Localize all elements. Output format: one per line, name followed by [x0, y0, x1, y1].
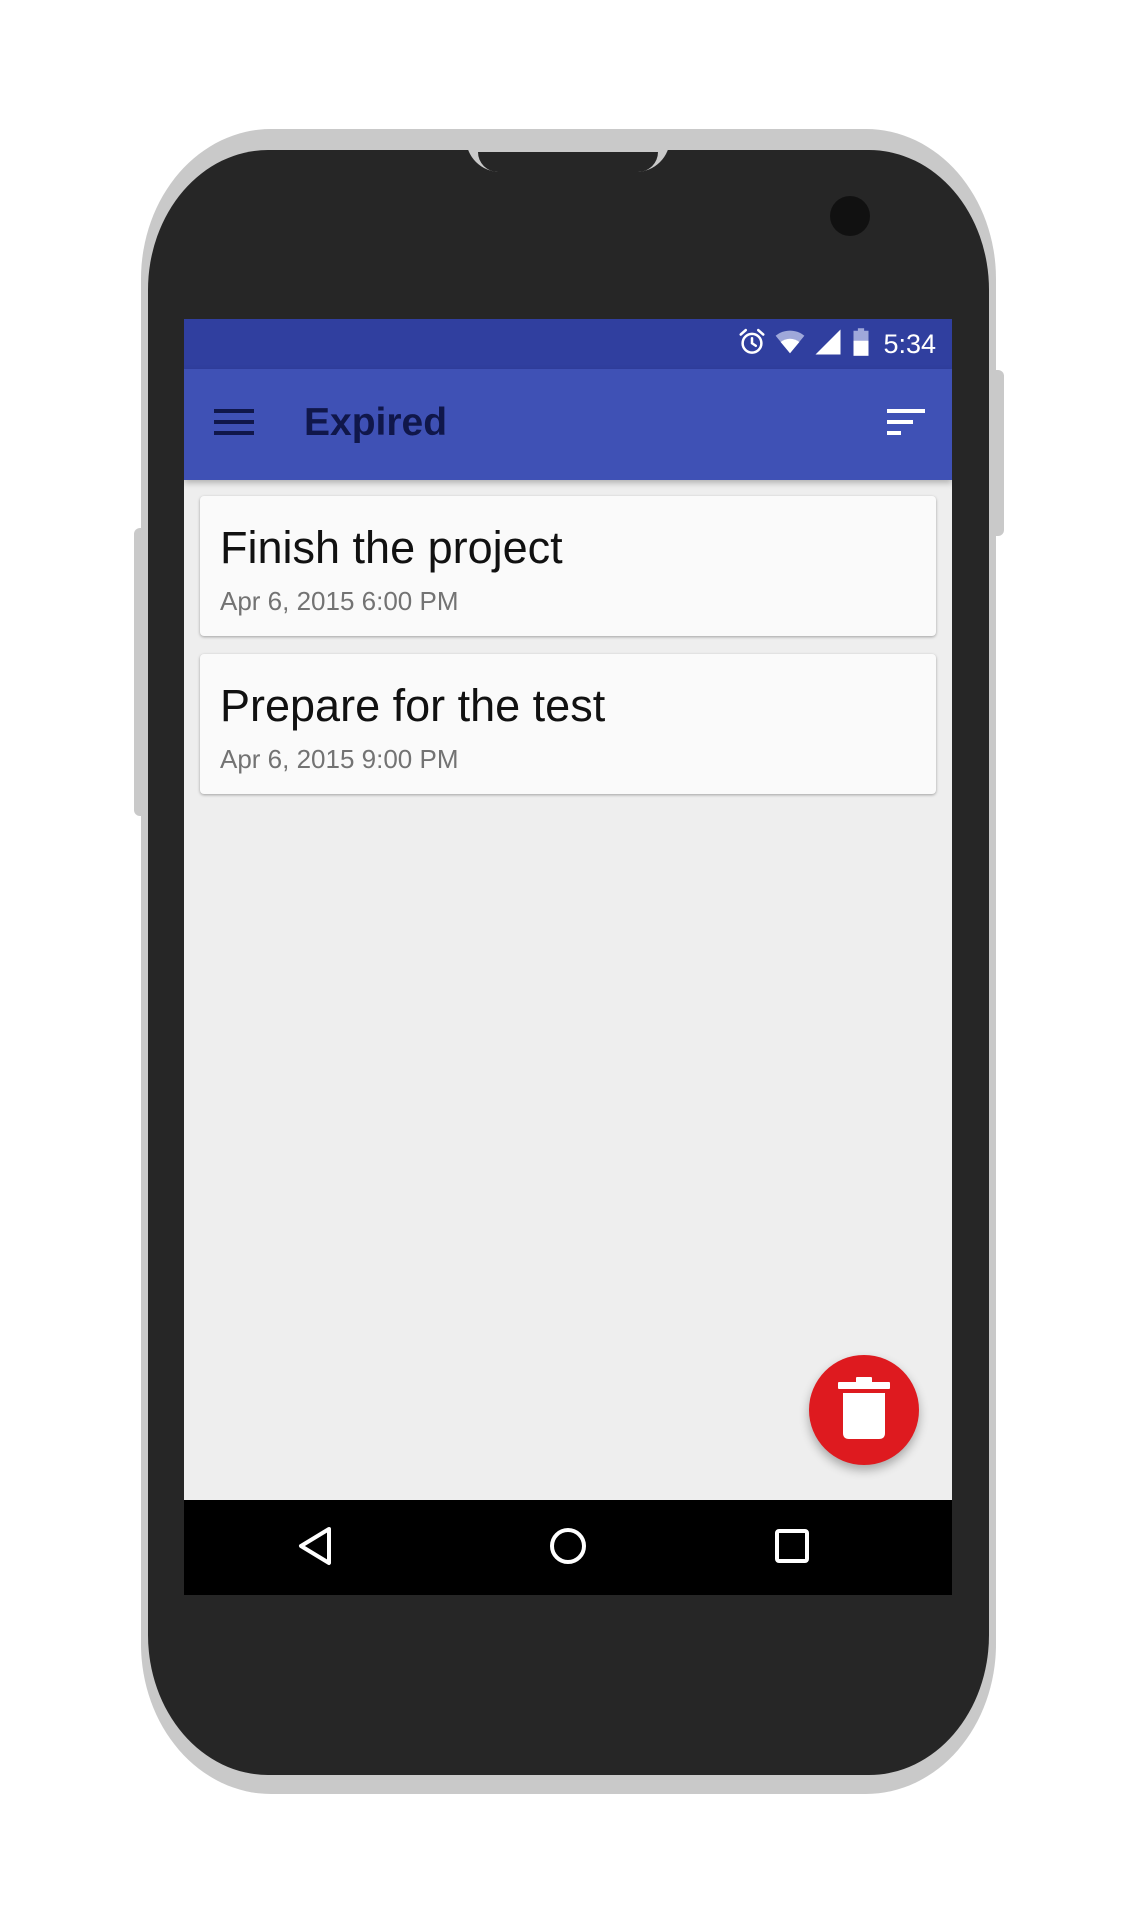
- hamburger-menu-icon: [214, 407, 254, 442]
- status-icons: 5:34: [737, 319, 936, 369]
- delete-fab-button[interactable]: [809, 1355, 919, 1465]
- list-item[interactable]: Prepare for the test Apr 6, 2015 9:00 PM: [200, 654, 936, 794]
- alarm-icon: [737, 327, 767, 362]
- recents-icon: [774, 1528, 810, 1569]
- cell-signal-icon: [813, 327, 843, 362]
- wifi-icon: [775, 327, 805, 362]
- battery-icon: [851, 327, 871, 362]
- back-icon: [297, 1526, 333, 1571]
- back-button[interactable]: [291, 1524, 339, 1572]
- speaker-grille-inner: [478, 152, 658, 172]
- task-list: Finish the project Apr 6, 2015 6:00 PM P…: [200, 496, 936, 812]
- trash-icon: [836, 1376, 892, 1444]
- screen: 5:34 Expired Finish the project Apr 6, 2…: [184, 319, 952, 1595]
- home-button[interactable]: [544, 1524, 592, 1572]
- task-date: Apr 6, 2015 9:00 PM: [220, 744, 459, 774]
- page-title: Expired: [304, 401, 448, 444]
- recents-button[interactable]: [768, 1524, 816, 1572]
- menu-button[interactable]: [212, 402, 256, 446]
- status-time: 5:34: [883, 328, 936, 359]
- device-mockup: 5:34 Expired Finish the project Apr 6, 2…: [0, 0, 1140, 1920]
- list-item[interactable]: Finish the project Apr 6, 2015 6:00 PM: [200, 496, 936, 636]
- task-title: Prepare for the test: [220, 680, 606, 731]
- front-camera: [830, 196, 870, 236]
- system-nav-bar: [184, 1500, 952, 1595]
- status-bar: 5:34: [184, 319, 952, 369]
- sort-icon: [887, 408, 925, 441]
- task-title: Finish the project: [220, 522, 563, 573]
- home-icon: [548, 1526, 588, 1571]
- sort-button[interactable]: [884, 402, 928, 446]
- task-date: Apr 6, 2015 6:00 PM: [220, 586, 459, 616]
- app-bar: Expired: [184, 369, 952, 480]
